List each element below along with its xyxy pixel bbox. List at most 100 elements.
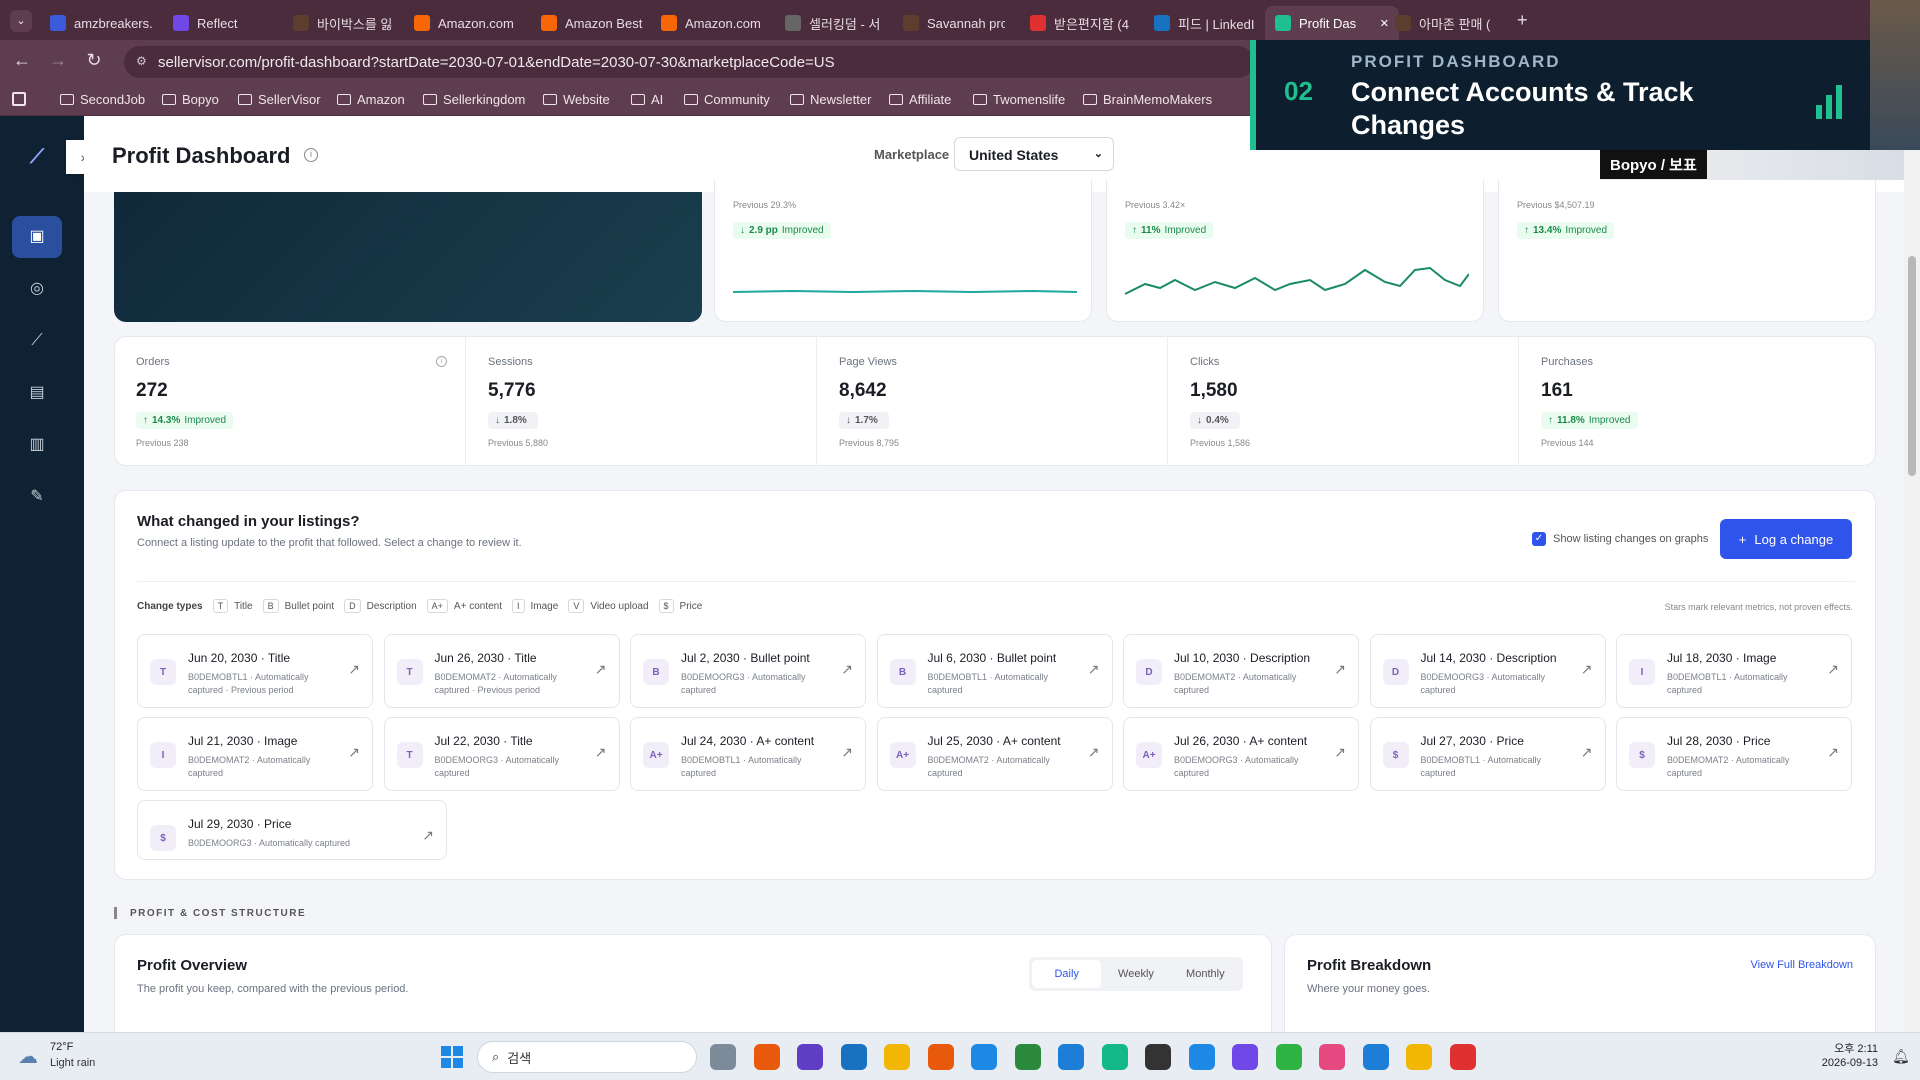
browser-tab[interactable]: 아마존 판매 (: [1385, 6, 1497, 40]
chrome-icon[interactable]: [971, 1044, 997, 1070]
bookmark-item[interactable]: Twomenslife: [973, 92, 1065, 107]
scrollbar-thumb[interactable]: [1908, 256, 1916, 476]
view-full-breakdown-link[interactable]: View Full Breakdown: [1750, 959, 1853, 971]
app-icon[interactable]: [1101, 1044, 1128, 1070]
app-icon[interactable]: [1319, 1044, 1345, 1070]
bookmark-item[interactable]: Affiliate: [889, 92, 951, 107]
listing-change-card[interactable]: T Jun 20, 2030 · Title B0DEMOBTL1 · Automa…: [137, 634, 373, 708]
url-field[interactable]: ⚙ sellervisor.com/profit-dashboard?start…: [124, 46, 1254, 78]
tab-label: 아마존 판매 (: [1419, 16, 1491, 32]
browser-tab[interactable]: 받은편지함 (4: [1020, 6, 1132, 40]
chevron-down-icon: ⌄: [1093, 148, 1103, 160]
listing-change-card[interactable]: B Jul 2, 2030 · Bullet point B0DEMOORG3 · …: [630, 634, 866, 708]
marketplace-select[interactable]: United States ⌄: [954, 137, 1114, 171]
taskbar-search[interactable]: ⌕ 검색: [477, 1041, 697, 1073]
listing-change-card[interactable]: D Jul 10, 2030 · Description B0DEMOMAT2 · …: [1123, 634, 1359, 708]
bookmark-item[interactable]: Sellerkingdom: [423, 92, 525, 107]
report-icon[interactable]: ▤: [27, 383, 47, 403]
listing-change-card[interactable]: T Jul 22, 2030 · Title B0DEMOORG3 · Automa…: [383, 717, 620, 791]
teams-icon[interactable]: [797, 1044, 823, 1070]
new-tab-icon[interactable]: +: [1517, 10, 1528, 31]
change-type-badge: V: [568, 599, 585, 613]
bookmark-item[interactable]: Community: [684, 92, 770, 107]
browser-tab[interactable]: 바이박스를 잃: [283, 6, 395, 40]
forward-icon[interactable]: →: [46, 50, 70, 71]
listing-change-card[interactable]: $ Jul 29, 2030 · Price B0DEMOORG3 · Automa…: [137, 800, 447, 860]
bookmark-item[interactable]: BrainMemoMakers: [1083, 92, 1212, 107]
browser-tab[interactable]: Reflect: [163, 6, 275, 40]
chrome-icon[interactable]: [1014, 1044, 1041, 1070]
task-view-icon[interactable]: [710, 1044, 736, 1070]
listing-change-card[interactable]: I Jul 21, 2030 · Image B0DEMOMAT2 · Automa…: [137, 717, 373, 791]
previous-value: Previous 3.42×: [1125, 200, 1186, 210]
firefox-icon[interactable]: [927, 1044, 954, 1070]
open-arrow-icon: ↗: [1827, 744, 1839, 760]
listing-change-card[interactable]: $ Jul 27, 2030 · Price B0DEMOBTL1 · Automa…: [1369, 717, 1606, 791]
book-icon[interactable]: ▥: [27, 435, 47, 455]
tab-monthly[interactable]: Monthly: [1171, 960, 1240, 988]
chrome-icon[interactable]: [1449, 1044, 1476, 1070]
show-changes-checkbox[interactable]: ✓: [1532, 532, 1546, 546]
bookmark-label: Twomenslife: [993, 92, 1066, 107]
bookmark-item[interactable]: Bopyo: [162, 92, 219, 107]
bookmark-item[interactable]: Amazon: [337, 92, 405, 107]
browser-tab[interactable]: Amazon Best: [531, 6, 643, 40]
weather-icon[interactable]: ☁: [18, 1044, 38, 1069]
browser-tab[interactable]: 피드 | LinkedI: [1144, 6, 1256, 40]
app-icon[interactable]: [840, 1044, 867, 1070]
browser-tab[interactable]: Savannah pro: [893, 6, 1005, 40]
chrome-active-icon[interactable]: [1188, 1044, 1215, 1070]
listing-change-card[interactable]: T Jun 26, 2030 · Title B0DEMOMAT2 · Automa…: [383, 634, 620, 708]
spotify-icon[interactable]: [1275, 1044, 1302, 1070]
browser-tab[interactable]: 셀러킹덤 - 서: [775, 6, 887, 40]
browser-tab[interactable]: Profit Das ✕: [1265, 6, 1399, 40]
reload-icon[interactable]: ↻: [82, 50, 106, 71]
tab-daily[interactable]: Daily: [1032, 960, 1102, 988]
app-icon[interactable]: [1058, 1044, 1084, 1070]
delta-status: Improved: [781, 225, 824, 236]
site-info-icon[interactable]: ⚙: [136, 54, 147, 68]
windows-start-icon[interactable]: [441, 1046, 463, 1068]
tab-search-icon[interactable]: ⌄: [10, 10, 32, 32]
plus-icon: +: [1738, 531, 1747, 547]
notification-icon[interactable]: 🔔︎: [1892, 1048, 1910, 1065]
log-change-button[interactable]: + Log a change: [1720, 519, 1852, 559]
bookmark-label: Newsletter: [810, 92, 872, 107]
file-explorer-icon[interactable]: [884, 1044, 910, 1070]
listing-change-card[interactable]: $ Jul 28, 2030 · Price B0DEMOMAT2 · Automa…: [1616, 717, 1852, 791]
change-type-badge: A+: [889, 742, 916, 768]
bookmark-item[interactable]: AI: [631, 92, 663, 107]
listing-change-card[interactable]: A+ Jul 26, 2030 · A+ content B0DEMOORG3 · …: [1123, 717, 1359, 791]
info-icon[interactable]: i: [436, 356, 447, 367]
listing-change-card[interactable]: I Jul 18, 2030 · Image B0DEMOBTL1 · Automa…: [1616, 634, 1852, 708]
browser-tab[interactable]: Amazon.com: [404, 6, 516, 40]
edit-icon[interactable]: ✎: [27, 487, 47, 507]
change-type-label: A+ content: [453, 600, 502, 612]
bookmark-item[interactable]: SecondJob: [60, 92, 145, 107]
zoom-icon[interactable]: [1362, 1044, 1389, 1070]
change-type-badge: $: [1629, 742, 1655, 768]
listing-change-card[interactable]: B Jul 6, 2030 · Bullet point B0DEMOBTL1 · …: [876, 634, 1113, 708]
change-type-badge: A+: [643, 742, 669, 768]
bookmark-item[interactable]: Website: [543, 92, 610, 107]
tab-weekly[interactable]: Weekly: [1101, 960, 1170, 988]
chatgpt-icon[interactable]: [1145, 1044, 1171, 1070]
chart-icon[interactable]: ⟋: [27, 331, 47, 351]
listing-change-card[interactable]: A+ Jul 25, 2030 · A+ content B0DEMOMAT2 · …: [876, 717, 1113, 791]
browser-tab[interactable]: Amazon.com: [651, 6, 763, 40]
back-icon[interactable]: ←: [10, 50, 34, 71]
bookmark-item[interactable]: Newsletter: [790, 92, 871, 107]
info-icon[interactable]: i: [304, 148, 318, 162]
page-scrollbar[interactable]: [1904, 116, 1920, 1032]
slack-icon[interactable]: [1232, 1044, 1258, 1070]
copilot-icon[interactable]: [753, 1044, 780, 1070]
apps-icon[interactable]: [12, 92, 26, 106]
browser-tab[interactable]: amzbreakers.c: [40, 6, 152, 40]
kakaotalk-icon[interactable]: [1406, 1044, 1432, 1070]
bookmark-item[interactable]: SellerVisor: [238, 92, 321, 107]
folder-icon: [973, 94, 987, 105]
app-logo-icon[interactable]: ⟋: [30, 146, 44, 169]
listing-change-card[interactable]: A+ Jul 24, 2030 · A+ content B0DEMOBTL1 · …: [630, 717, 866, 791]
listing-change-card[interactable]: D Jul 14, 2030 · Description B0DEMOORG3 · …: [1369, 634, 1606, 708]
target-icon[interactable]: ◎: [27, 279, 47, 299]
